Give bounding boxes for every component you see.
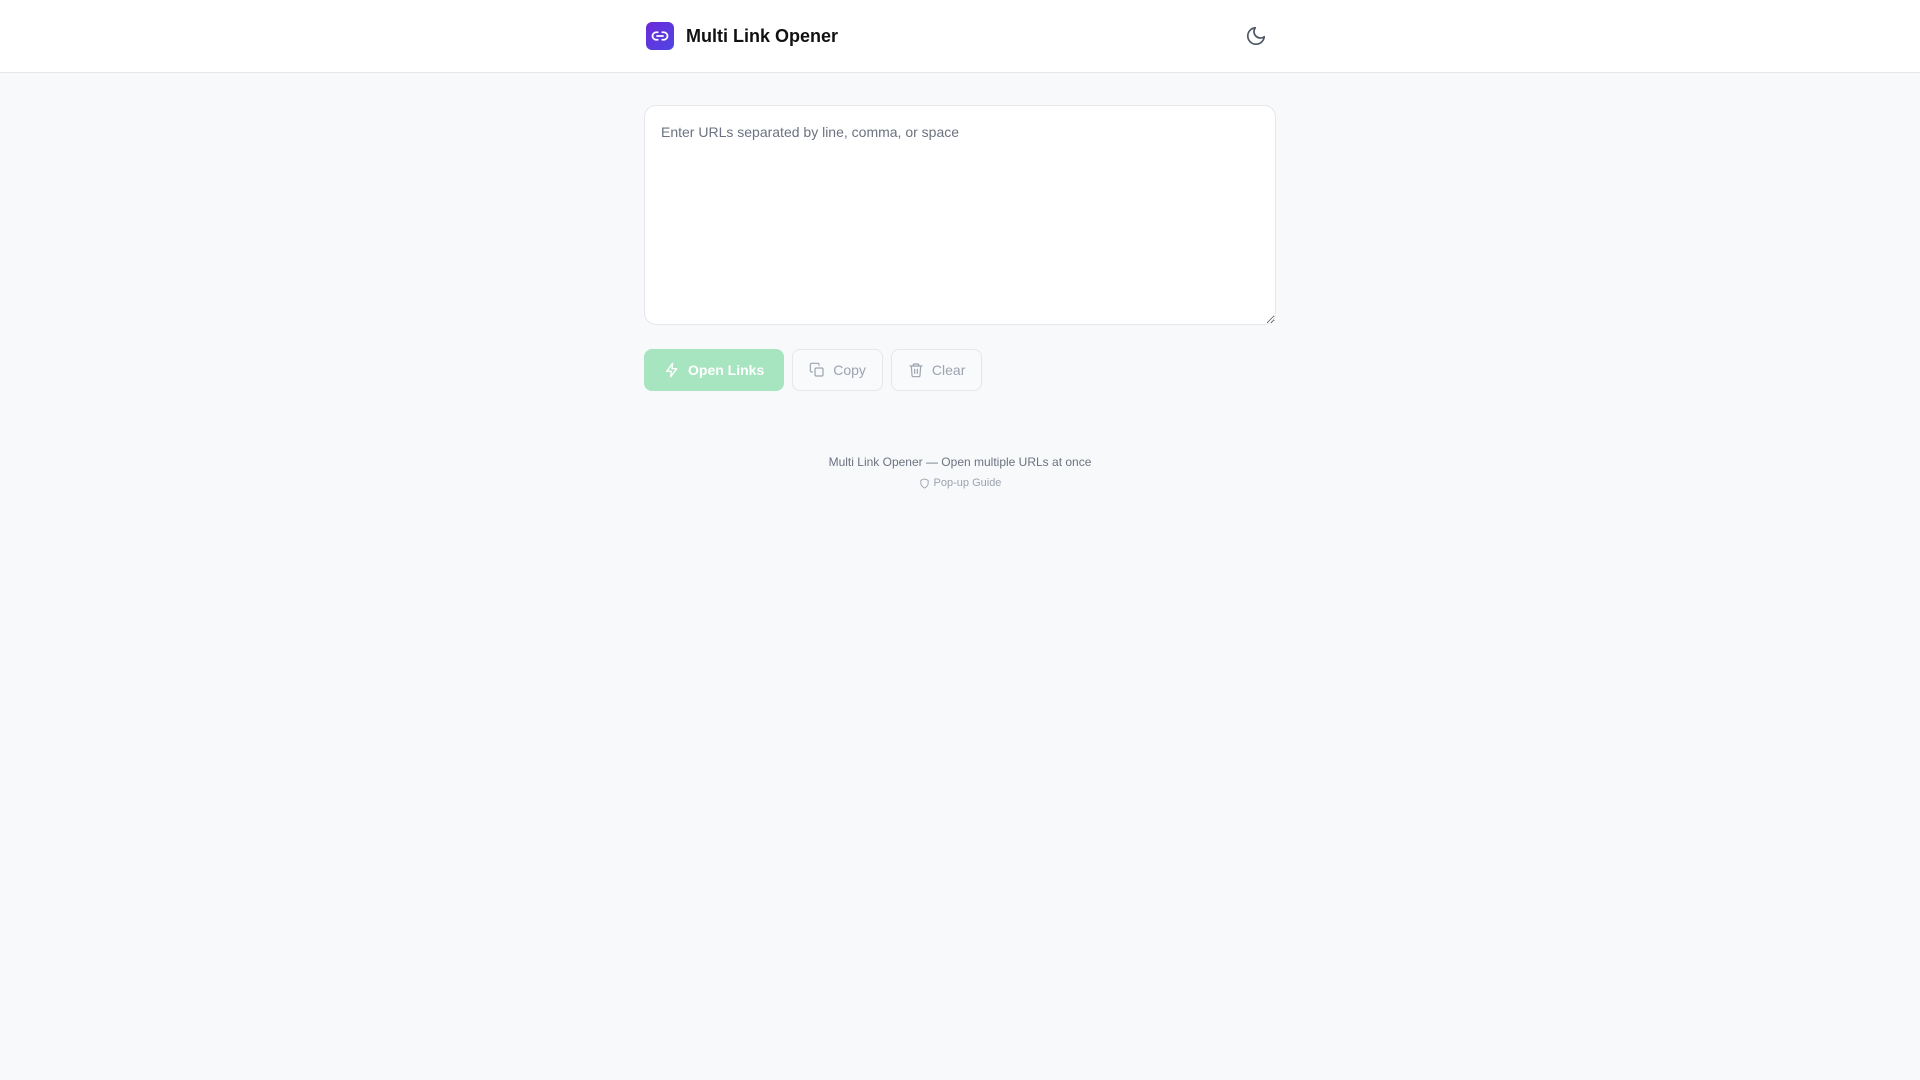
trash-icon [908,362,924,378]
footer-tagline: Multi Link Opener — Open multiple URLs a… [828,455,1092,469]
header-inner: Multi Link Opener [644,0,1276,72]
app-header: Multi Link Opener [0,0,1920,73]
clear-label: Clear [931,362,966,378]
copy-icon [809,362,825,378]
app-title: Multi Link Opener [686,25,839,46]
open-links-label: Open Links [688,362,765,378]
link-icon [646,22,674,50]
lightning-icon [664,362,680,378]
copy-button[interactable]: Copy [792,349,883,391]
clear-button[interactable]: Clear [890,349,983,391]
url-input[interactable] [644,105,1276,325]
open-links-button[interactable]: Open Links [644,349,785,391]
footer: Multi Link Opener — Open multiple URLs a… [644,453,1276,494]
popup-guide-label: Pop-up Guide [933,477,1002,489]
theme-toggle-button[interactable] [1238,18,1274,54]
moon-icon [1245,25,1267,47]
popup-guide-link[interactable]: Pop-up Guide [919,477,1002,489]
shield-icon [919,477,930,489]
copy-label: Copy [833,362,866,378]
brand: Multi Link Opener [644,22,838,50]
main-content: Open Links Copy Clear [644,105,1276,391]
action-bar: Open Links Copy Clear [644,349,1276,391]
